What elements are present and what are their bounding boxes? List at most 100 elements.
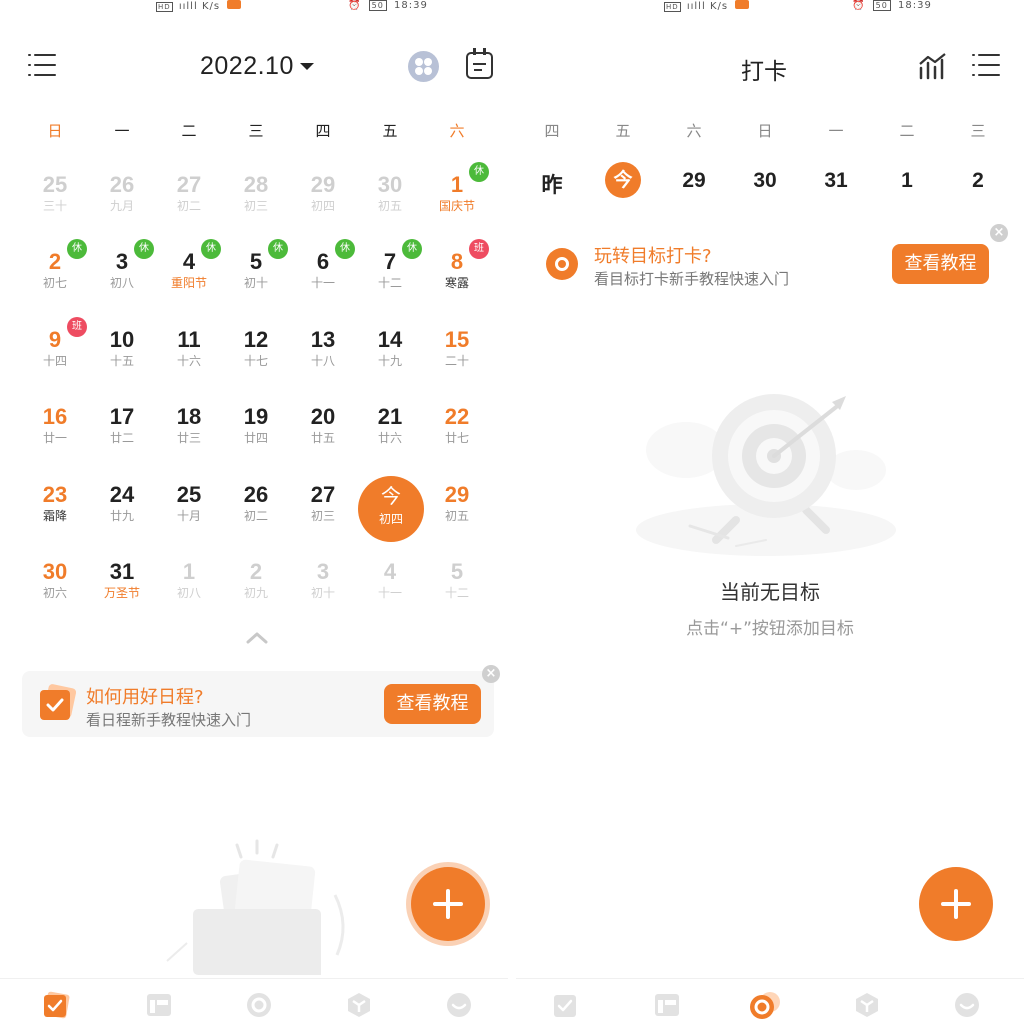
close-icon[interactable]: × xyxy=(990,224,1008,242)
chevron-down-icon[interactable] xyxy=(300,63,314,70)
strip-day[interactable]: 30 xyxy=(743,169,787,193)
lunar-date: 廿六 xyxy=(377,431,402,445)
day-cell[interactable]: 3 初十 xyxy=(293,559,353,615)
strip-day[interactable]: 29 xyxy=(672,169,716,193)
day-number: 13 xyxy=(310,327,336,352)
nav-cube-icon[interactable] xyxy=(345,991,373,1019)
lunar-date: 初五 xyxy=(377,199,402,213)
day-cell[interactable]: 30 初六 xyxy=(25,559,85,615)
day-cell[interactable]: 18 廿三 xyxy=(159,404,219,460)
holiday-badge: 休 xyxy=(134,239,154,259)
day-cell[interactable]: 27 初二 xyxy=(159,172,219,228)
lunar-date: 初四 xyxy=(310,199,335,213)
day-cell[interactable]: 17 廿二 xyxy=(92,404,152,460)
weekday-label: 三 xyxy=(970,122,986,140)
day-cell[interactable]: 10 十五 xyxy=(92,327,152,383)
day-cell[interactable]: 14 十九 xyxy=(360,327,420,383)
status-bar: HD ıılll K/s ⏰ 50 18:39 xyxy=(0,0,508,18)
view-tutorial-button[interactable]: 查看教程 xyxy=(892,244,989,284)
day-cell[interactable]: 22 廿七 xyxy=(427,404,487,460)
strip-day[interactable]: 1 xyxy=(885,169,929,193)
empty-state-hint: 点击“+”按钮添加目标 xyxy=(686,619,854,639)
strip-day[interactable]: 昨 xyxy=(530,169,574,199)
day-cell[interactable]: 1 国庆节休 xyxy=(427,162,489,228)
day-number: 2 xyxy=(249,559,263,584)
strip-day[interactable]: 31 xyxy=(814,169,858,193)
clock: 18:39 xyxy=(394,0,428,11)
day-cell[interactable]: 21 廿六 xyxy=(360,404,420,460)
weekday-label: 二 xyxy=(181,122,197,140)
day-cell[interactable]: 7 十二休 xyxy=(360,239,422,305)
day-cell[interactable]: 9 十四班 xyxy=(25,317,87,383)
menu-icon[interactable] xyxy=(28,54,58,78)
view-tutorial-button[interactable]: 查看教程 xyxy=(384,684,481,724)
day-cell[interactable]: 8 寒露班 xyxy=(427,239,489,305)
day-cell[interactable]: 31 万圣节 xyxy=(92,559,152,615)
day-cell[interactable]: 13 十八 xyxy=(293,327,353,383)
weekday-label: 四 xyxy=(544,122,560,140)
nav-target-icon[interactable] xyxy=(748,991,780,1019)
day-cell[interactable]: 26 九月 xyxy=(92,172,152,228)
add-goal-button[interactable] xyxy=(919,867,993,941)
collapse-chevron-icon[interactable] xyxy=(246,632,268,644)
strip-day[interactable]: 2 xyxy=(956,169,1000,193)
day-number: 20 xyxy=(310,404,336,429)
list-icon[interactable] xyxy=(972,54,1002,78)
month-selector[interactable]: 2022.10 xyxy=(200,52,294,81)
day-cell[interactable]: 11 十六 xyxy=(159,327,219,383)
day-cell[interactable]: 30 初五 xyxy=(360,172,420,228)
lunar-date: 廿三 xyxy=(176,431,201,445)
day-cell[interactable]: 20 廿五 xyxy=(293,404,353,460)
status-left: HD ıılll K/s xyxy=(156,0,244,12)
app-notification-icon xyxy=(227,0,242,9)
day-number: 3 xyxy=(316,559,330,584)
day-cell[interactable]: 26 初二 xyxy=(226,482,286,538)
nav-table-icon[interactable] xyxy=(653,991,681,1019)
nav-profile-icon[interactable] xyxy=(445,991,473,1019)
weekday-label: 六 xyxy=(686,122,702,140)
day-cell[interactable]: 23 霜降 xyxy=(25,482,85,538)
nav-table-icon[interactable] xyxy=(145,991,173,1019)
nav-cube-icon[interactable] xyxy=(853,991,881,1019)
network-speed: K/s xyxy=(709,1,729,12)
nav-schedule-icon[interactable] xyxy=(552,991,580,1019)
nav-target-icon[interactable] xyxy=(245,991,273,1019)
lunar-date: 十七 xyxy=(243,354,268,368)
day-cell[interactable]: 4 重阳节休 xyxy=(159,239,221,305)
calendar-icon[interactable] xyxy=(466,48,493,79)
day-cell[interactable]: 4 十一 xyxy=(360,559,420,615)
day-cell[interactable]: 29 初四 xyxy=(293,172,353,228)
view-switch-icon[interactable] xyxy=(408,51,439,82)
day-cell[interactable]: 2 初九 xyxy=(226,559,286,615)
day-cell[interactable]: 5 十二 xyxy=(427,559,487,615)
day-cell[interactable]: 6 十一休 xyxy=(293,239,355,305)
today-day[interactable]: 今 xyxy=(605,162,641,198)
day-cell[interactable]: 29 初五 xyxy=(427,482,487,538)
nav-profile-icon[interactable] xyxy=(953,991,981,1019)
lunar-date: 初六 xyxy=(42,586,67,600)
lunar-date: 重阳节 xyxy=(170,276,207,290)
day-cell[interactable]: 16 廿一 xyxy=(25,404,85,460)
today-cell[interactable]: 今初四 xyxy=(358,476,424,542)
nav-schedule-icon[interactable] xyxy=(42,991,70,1019)
lunar-date: 国庆节 xyxy=(438,199,475,213)
bottom-nav xyxy=(0,978,508,1024)
target-icon xyxy=(546,248,578,280)
day-cell[interactable]: 28 初三 xyxy=(226,172,286,228)
day-cell[interactable]: 25 三十 xyxy=(25,172,85,228)
add-schedule-button[interactable] xyxy=(411,867,485,941)
day-cell[interactable]: 5 初十休 xyxy=(226,239,288,305)
day-cell[interactable]: 12 十七 xyxy=(226,327,286,383)
day-cell[interactable]: 25 十月 xyxy=(159,482,219,538)
close-icon[interactable]: × xyxy=(482,665,500,683)
day-cell[interactable]: 19 廿四 xyxy=(226,404,286,460)
lunar-date: 十二 xyxy=(377,276,402,290)
day-cell[interactable]: 24 廿九 xyxy=(92,482,152,538)
holiday-badge: 休 xyxy=(67,239,87,259)
day-cell[interactable]: 15 二十 xyxy=(427,327,487,383)
day-cell[interactable]: 27 初三 xyxy=(293,482,353,538)
stats-chart-icon[interactable] xyxy=(918,52,948,80)
day-cell[interactable]: 3 初八休 xyxy=(92,239,154,305)
day-cell[interactable]: 1 初八 xyxy=(159,559,219,615)
day-cell[interactable]: 2 初七休 xyxy=(25,239,87,305)
